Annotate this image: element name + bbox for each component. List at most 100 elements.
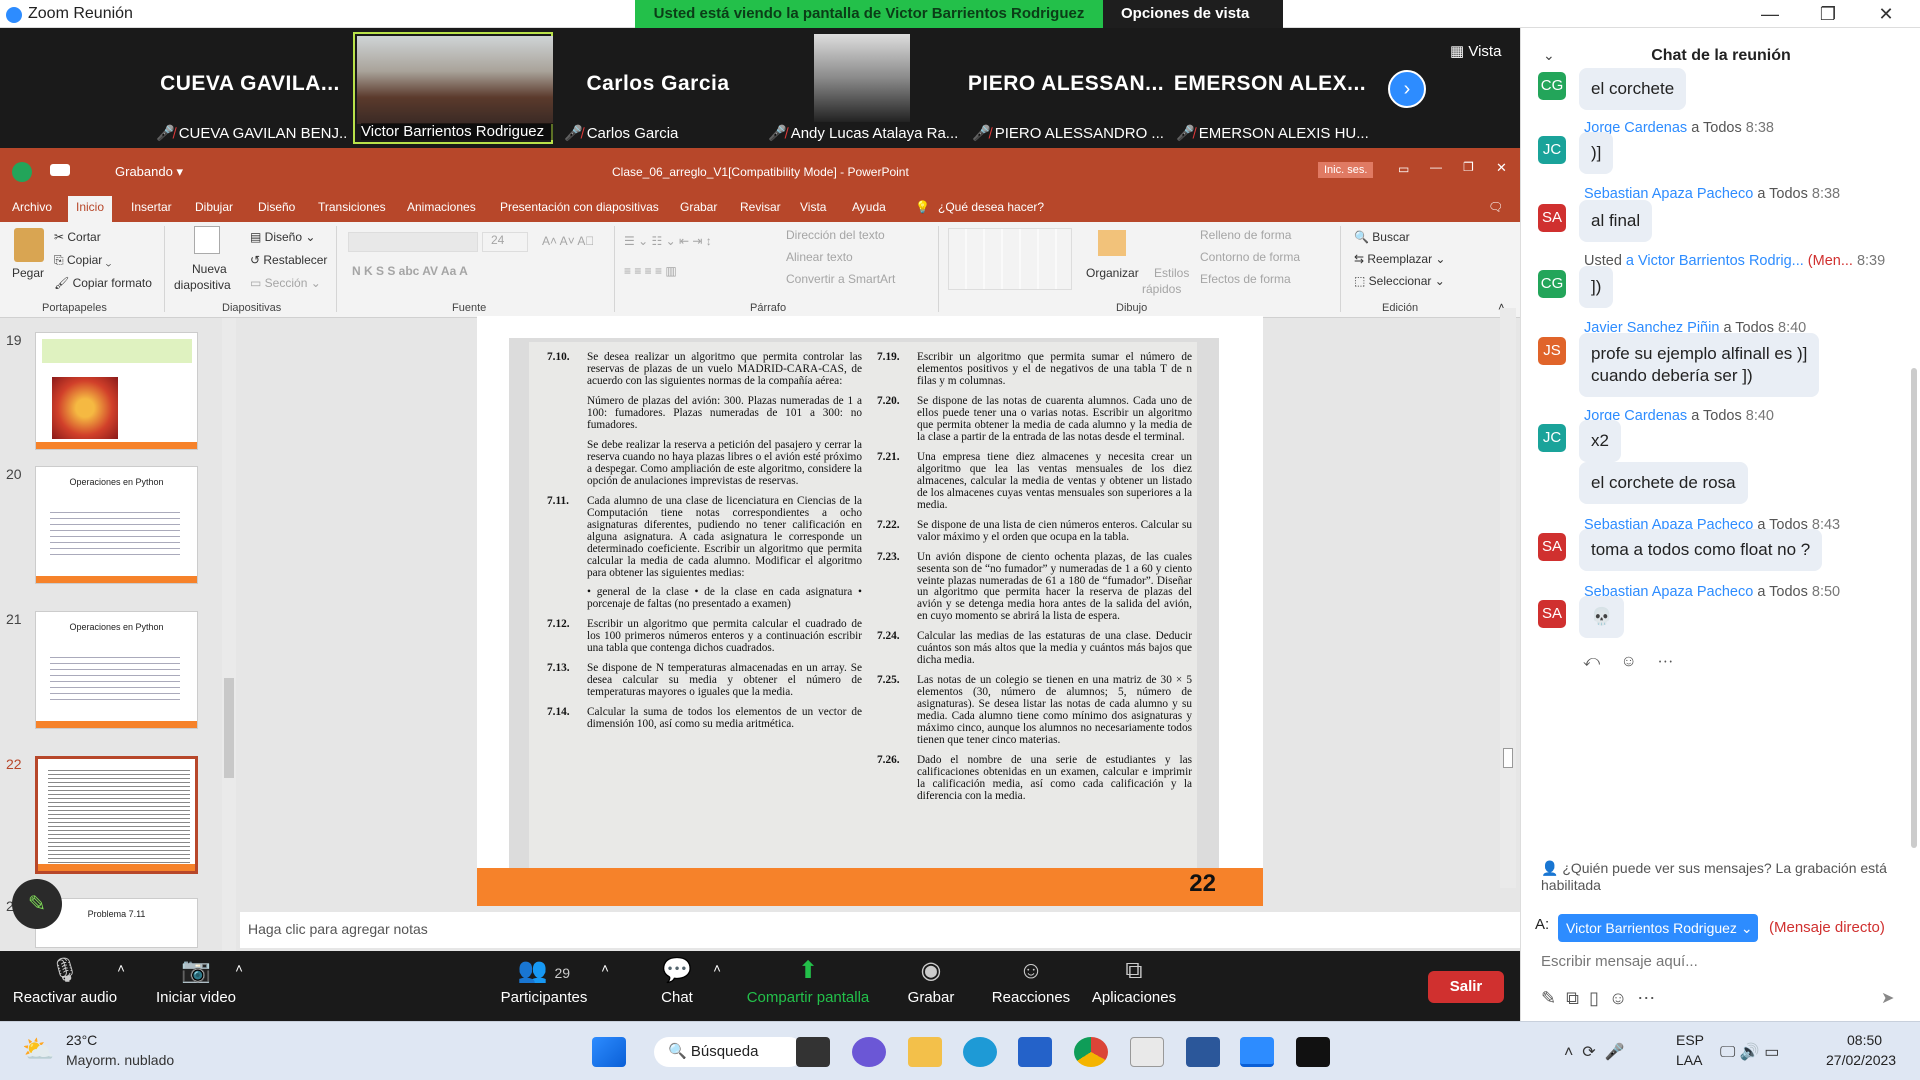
shape-effects-button[interactable]: Efectos de forma bbox=[1200, 272, 1291, 286]
tab-transiciones[interactable]: Transiciones bbox=[318, 200, 386, 214]
slide-thumbnail[interactable]: Operaciones en Python bbox=[35, 611, 198, 729]
align-text-button[interactable]: Alinear texto bbox=[786, 250, 853, 264]
format-painter-button[interactable]: 🖌 Copiar formato bbox=[54, 276, 152, 290]
message-bubble[interactable]: el corchete bbox=[1579, 68, 1687, 111]
slide-thumbnail[interactable]: Operaciones en Python bbox=[35, 466, 198, 584]
tab-diseno[interactable]: Diseño bbox=[258, 200, 295, 214]
participant-tile[interactable]: EMERSON ALEX... 🎤̸ EMERSON ALEXIS HU... bbox=[1170, 32, 1370, 144]
comments-icon[interactable]: 🗨 bbox=[1488, 200, 1503, 214]
new-slide-icon[interactable] bbox=[194, 226, 220, 254]
zoom-icon[interactable] bbox=[1240, 1037, 1274, 1067]
new-slide-button[interactable]: Nueva bbox=[192, 262, 227, 276]
shape-outline-button[interactable]: Contorno de forma bbox=[1200, 250, 1300, 264]
store-icon[interactable] bbox=[1018, 1037, 1052, 1067]
message-bubble[interactable]: )] bbox=[1579, 132, 1614, 175]
teams-chat-icon[interactable] bbox=[852, 1037, 886, 1067]
message-actions[interactable]: ⤺ ☺ ⋯ bbox=[1583, 653, 1681, 671]
message-bubble[interactable]: x2 bbox=[1579, 420, 1621, 463]
chat-tools[interactable]: ✎⧉▯☺⋯ bbox=[1541, 988, 1665, 1009]
send-icon[interactable]: ➤ bbox=[1881, 988, 1894, 1008]
language-region[interactable]: LAA bbox=[1676, 1052, 1702, 1068]
tab-ayuda[interactable]: Ayuda bbox=[852, 200, 886, 214]
slide-canvas[interactable]: 7.10. Se desea realizar un algoritmo que … bbox=[477, 316, 1263, 906]
weather-desc[interactable]: Mayorm. nublado bbox=[66, 1052, 174, 1068]
paste-icon[interactable] bbox=[14, 228, 44, 262]
chat-scrollbar[interactable] bbox=[1911, 368, 1917, 848]
participants-button[interactable]: 👥 29 Participantes bbox=[494, 951, 594, 1021]
ppt-close-icon[interactable]: ✕ bbox=[1496, 160, 1507, 176]
slide-thumbnail[interactable] bbox=[35, 332, 198, 450]
participant-tile-active-speaker[interactable]: Victor Barrientos Rodriguez bbox=[353, 32, 553, 144]
record-button[interactable]: ◉ Grabar bbox=[900, 951, 962, 1021]
apps-button[interactable]: ⧉ Aplicaciones bbox=[1088, 951, 1180, 1021]
select-button[interactable]: ⬚ Seleccionar ⌄ bbox=[1354, 274, 1445, 288]
paste-button[interactable]: Pegar bbox=[12, 266, 44, 280]
arrange-button[interactable]: Organizar bbox=[1086, 266, 1139, 280]
slide-scrollbar[interactable] bbox=[1500, 308, 1516, 888]
ppt-maximize-icon[interactable]: ❐ bbox=[1463, 160, 1474, 174]
restore-icon[interactable]: ❐ bbox=[1808, 2, 1848, 26]
reactions-button[interactable]: ☺ Reacciones bbox=[990, 951, 1072, 1021]
file-explorer-icon[interactable] bbox=[908, 1037, 942, 1067]
weather-temp[interactable]: 23°C bbox=[66, 1032, 97, 1048]
sign-in-button[interactable]: Inic. ses. bbox=[1318, 162, 1374, 178]
reset-button[interactable]: ↺ Restablecer bbox=[250, 253, 327, 267]
who-can-see-notice[interactable]: 👤 ¿Quién puede ver sus mensajes? La grab… bbox=[1541, 860, 1911, 893]
layout-button[interactable]: ▤ Diseño ⌄ bbox=[250, 230, 315, 244]
replace-button[interactable]: ⇆ Reemplazar ⌄ bbox=[1354, 252, 1445, 266]
view-button[interactable]: ▦ Vista bbox=[1450, 42, 1501, 60]
clock-time[interactable]: 08:50 bbox=[1847, 1032, 1882, 1048]
chrome-icon[interactable] bbox=[1074, 1037, 1108, 1067]
message-bubble[interactable]: el corchete de rosa bbox=[1579, 462, 1748, 505]
font-size-select[interactable]: 24 bbox=[482, 232, 528, 252]
smartart-button[interactable]: Convertir a SmartArt bbox=[786, 272, 895, 286]
copy-button[interactable]: ⎘ Copiar ⌄ bbox=[54, 253, 111, 268]
gallery-next-arrow-icon[interactable]: › bbox=[1388, 70, 1426, 108]
tab-animaciones[interactable]: Animaciones bbox=[407, 200, 476, 214]
windows-start-icon[interactable] bbox=[592, 1037, 626, 1067]
minimize-icon[interactable]: — bbox=[1750, 2, 1790, 26]
participant-tile[interactable]: 🎤̸ Andy Lucas Atalaya Ra... bbox=[762, 32, 962, 144]
participant-tile[interactable]: PIERO ALESSAN... 🎤̸ PIERO ALESSANDRO ... bbox=[966, 32, 1166, 144]
tab-dibujar[interactable]: Dibujar bbox=[195, 200, 233, 214]
tab-vista[interactable]: Vista bbox=[800, 200, 826, 214]
participant-tile[interactable]: CUEVA GAVILA... 🎤̸ CUEVA GAVILAN BENJ... bbox=[150, 32, 350, 144]
arrange-icon[interactable] bbox=[1098, 230, 1126, 256]
shape-fill-button[interactable]: Relleno de forma bbox=[1200, 228, 1291, 242]
unmute-button[interactable]: 🎙 Reactivar audio bbox=[10, 951, 120, 1021]
annotate-pen-icon[interactable]: ✎ bbox=[12, 879, 62, 929]
recording-label[interactable]: Grabando ▾ bbox=[115, 164, 183, 180]
view-options-button[interactable]: Opciones de vista ⌄ bbox=[1103, 0, 1283, 50]
tab-inicio[interactable]: Inicio bbox=[68, 196, 113, 222]
message-bubble[interactable]: toma a todos como float no ? bbox=[1579, 529, 1823, 572]
pdf-app-icon[interactable] bbox=[1130, 1037, 1164, 1067]
message-bubble[interactable]: al final bbox=[1579, 200, 1653, 243]
cut-button[interactable]: ✂ Cortar bbox=[54, 230, 101, 244]
terminal-icon[interactable] bbox=[1296, 1037, 1330, 1067]
shapes-gallery[interactable] bbox=[948, 228, 1072, 290]
participant-tile[interactable]: Carlos Garcia 🎤̸ Carlos Garcia bbox=[558, 32, 758, 144]
section-button[interactable]: ▭ Sección ⌄ bbox=[250, 276, 321, 290]
font-family-select[interactable] bbox=[348, 232, 478, 252]
font-grow-icons[interactable]: A˄ A˅ A⃠ bbox=[542, 234, 594, 248]
chat-button[interactable]: 💬 Chat bbox=[646, 951, 708, 1021]
tab-revisar[interactable]: Revisar bbox=[740, 200, 781, 214]
font-style-icons[interactable]: N K S S abc AV Aa A bbox=[352, 264, 468, 278]
language-code[interactable]: ESP bbox=[1676, 1032, 1704, 1048]
find-button[interactable]: 🔍 Buscar bbox=[1354, 230, 1410, 244]
message-bubble[interactable]: ]) bbox=[1579, 266, 1614, 309]
chat-message-input[interactable]: Escribir mensaje aquí... bbox=[1541, 953, 1698, 970]
align-icons[interactable]: ≡ ≡ ≡ ≡ ▥ bbox=[624, 264, 677, 278]
taskbar-search[interactable]: 🔍 Búsqueda bbox=[654, 1037, 804, 1067]
recipient-select[interactable]: Victor Barrientos Rodriguez ⌄ bbox=[1558, 914, 1758, 942]
share-screen-button[interactable]: ⬆ Compartir pantalla bbox=[740, 951, 876, 1021]
network-volume-battery-icons[interactable]: 🖵 🔊 ▭ bbox=[1720, 1042, 1779, 1062]
clock-date[interactable]: 27/02/2023 bbox=[1826, 1052, 1896, 1068]
slide-thumbnail-selected[interactable] bbox=[35, 756, 198, 874]
word-icon[interactable] bbox=[1186, 1037, 1220, 1067]
text-direction-button[interactable]: Dirección del texto bbox=[786, 228, 885, 242]
message-bubble[interactable]: 💀 bbox=[1579, 596, 1625, 639]
leave-button[interactable]: Salir bbox=[1428, 971, 1504, 1003]
tab-grabar[interactable]: Grabar bbox=[680, 200, 717, 214]
tray-icons[interactable]: ˄ ⟳ 🎤 bbox=[1564, 1042, 1624, 1062]
